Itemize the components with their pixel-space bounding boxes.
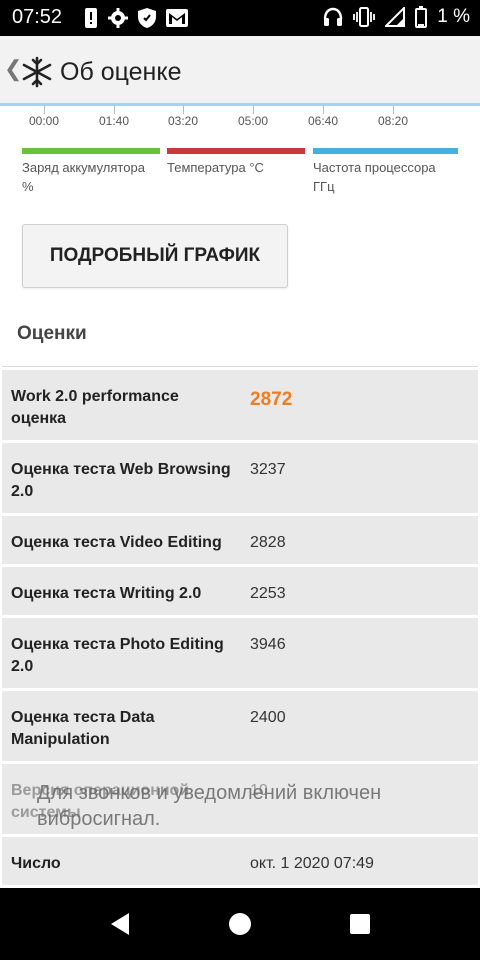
back-button[interactable] — [80, 888, 160, 960]
home-button[interactable] — [200, 888, 280, 960]
score-value: 2828 — [250, 534, 286, 551]
signal-icon — [385, 7, 406, 27]
score-label: Оценка теста Photo Editing 2.0 — [11, 636, 224, 675]
score-value: окт. 1 2020 07:49 — [250, 855, 374, 872]
score-row: Оценка теста Photo Editing 2.0 3946 — [2, 618, 478, 688]
axis-tick — [44, 106, 45, 114]
axis-tick-label: 01:40 — [98, 114, 130, 128]
score-value: 3237 — [250, 461, 286, 478]
legend-swatch — [22, 148, 160, 154]
axis-tick-label: 03:20 — [167, 114, 199, 128]
status-bar: 07:52 1 % — [0, 0, 480, 36]
legend-swatch — [167, 148, 305, 154]
legend-battery: Заряд аккумулятора % — [22, 148, 160, 196]
score-row: Оценка теста Web Browsing 2.0 3237 — [2, 443, 478, 513]
score-label: Оценка теста Video Editing — [11, 534, 222, 551]
app-bar: ❮ Об оценке — [0, 36, 480, 106]
alert-icon — [85, 8, 97, 28]
detailed-chart-button[interactable]: ПОДРОБНЫЙ ГРАФИК — [22, 224, 288, 288]
score-label: Work 2.0 performance оценка — [11, 388, 179, 427]
axis-tick — [323, 106, 324, 114]
headphones-icon — [324, 7, 343, 26]
axis-tick-label: 06:40 — [307, 114, 339, 128]
score-value: 2872 — [250, 389, 293, 410]
snowflake-icon[interactable] — [20, 56, 54, 88]
home-circle-icon — [229, 913, 251, 935]
legend-temperature: Температура °C — [167, 148, 305, 177]
gear-icon — [108, 8, 128, 28]
shield-icon — [138, 8, 156, 28]
divider — [2, 366, 478, 367]
score-label: Оценка теста Web Browsing 2.0 — [11, 461, 231, 500]
scores-section-title: Оценки — [17, 323, 87, 344]
back-triangle-icon — [111, 913, 129, 935]
axis-tick — [114, 106, 115, 114]
axis-tick-label: 05:00 — [237, 114, 269, 128]
legend-label: Температура °C — [167, 160, 264, 175]
battery-icon — [415, 6, 428, 28]
score-value: 2253 — [250, 585, 286, 602]
page-title: Об оценке — [60, 58, 182, 86]
vibrate-icon — [353, 7, 376, 27]
score-value: 2400 — [250, 709, 286, 726]
axis-tick-label: 00:00 — [28, 114, 60, 128]
score-row: Оценка теста Writing 2.0 2253 — [2, 567, 478, 615]
legend-label: Заряд аккумулятора % — [22, 160, 145, 194]
legend-cpu-frequency: Частота процессора ГГц — [313, 148, 458, 196]
gmail-icon — [166, 9, 188, 27]
status-time: 07:52 — [12, 6, 63, 28]
score-row: Оценка теста Video Editing 2828 — [2, 516, 478, 564]
score-label: Оценка теста Data Manipulation — [11, 709, 155, 748]
chart-time-axis: 00:00 01:40 03:20 05:00 06:40 08:20 — [0, 106, 480, 132]
axis-tick-label: 08:20 — [377, 114, 409, 128]
recents-square-icon — [350, 914, 370, 934]
battery-percent: 1 % — [437, 6, 470, 27]
navigation-bar — [0, 888, 480, 960]
score-row: Число окт. 1 2020 07:49 — [2, 837, 478, 885]
recents-button[interactable] — [320, 888, 400, 960]
vibration-toast: Для звонков и уведомлений включен виброс… — [37, 782, 382, 830]
legend-swatch — [313, 148, 458, 154]
axis-tick — [253, 106, 254, 114]
score-row: Оценка теста Data Manipulation 2400 — [2, 691, 478, 761]
legend-label: Частота процессора ГГц — [313, 160, 436, 194]
score-label: Число — [11, 855, 61, 872]
axis-tick — [183, 106, 184, 114]
score-row: Work 2.0 performance оценка 2872 — [2, 370, 478, 440]
axis-tick — [393, 106, 394, 114]
score-value: 3946 — [250, 636, 286, 653]
score-label: Оценка теста Writing 2.0 — [11, 585, 202, 602]
